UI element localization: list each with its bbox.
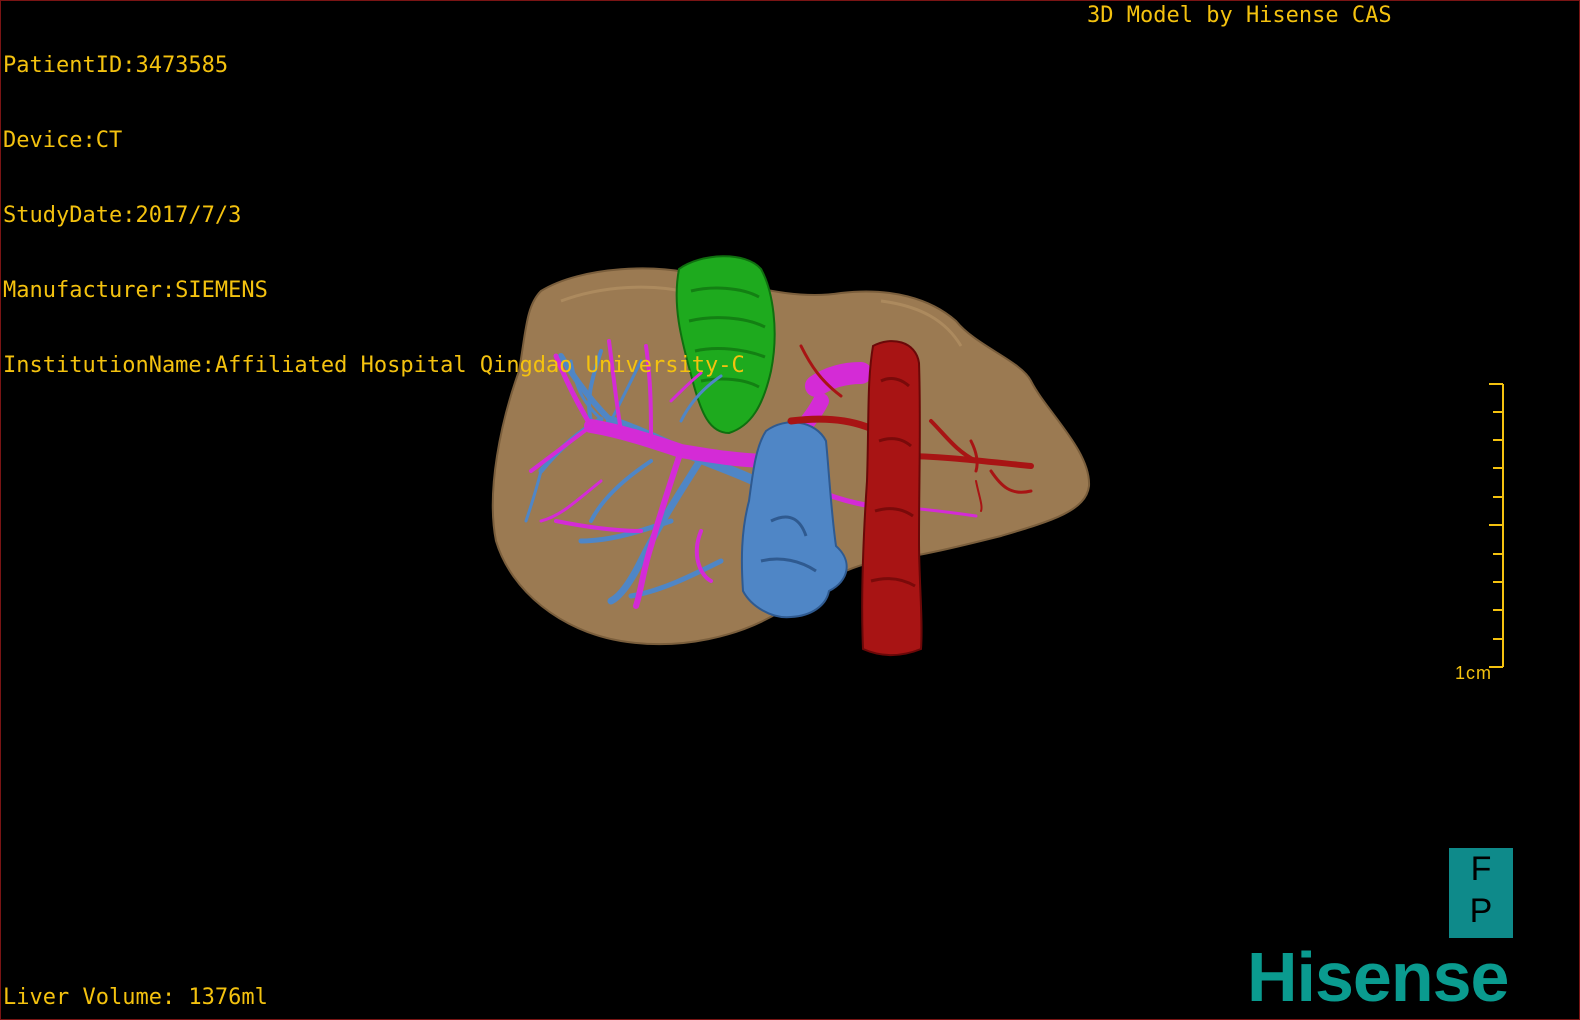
liver-volume-text: Liver Volume: 1376ml xyxy=(3,985,268,1010)
orientation-f: F xyxy=(1470,850,1492,888)
manufacturer-text: Manufacturer:SIEMENS xyxy=(3,278,268,303)
scale-bar-label: 1cm xyxy=(1455,663,1493,683)
institution-text: InstitutionName:Affiliated Hospital Qing… xyxy=(3,353,745,378)
dicom-info-overlay: PatientID:3473585 Device:CT StudyDate:20… xyxy=(3,3,745,428)
patient-id-text: PatientID:3473585 xyxy=(3,53,229,78)
orientation-marker: F P xyxy=(1449,848,1513,938)
hisense-logo: Hisense xyxy=(1247,938,1509,1016)
model-title: 3D Model by Hisense CAS xyxy=(1087,3,1392,28)
device-text: Device:CT xyxy=(3,128,123,153)
aorta xyxy=(861,340,923,656)
study-date-text: StudyDate:2017/7/3 xyxy=(3,203,242,228)
scale-bar xyxy=(1489,383,1504,668)
viewer-frame: PatientID:3473585 Device:CT StudyDate:20… xyxy=(0,0,1580,1020)
orientation-p: P xyxy=(1469,892,1493,930)
